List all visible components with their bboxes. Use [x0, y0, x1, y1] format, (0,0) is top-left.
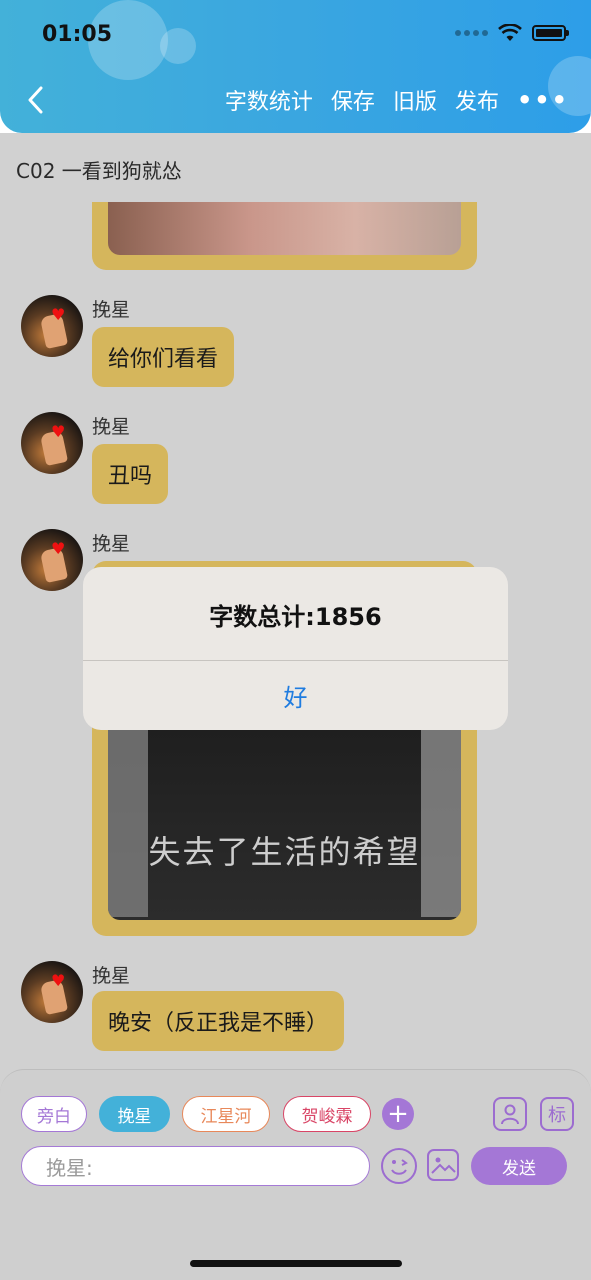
role-chip-narrator[interactable]: 旁白 — [21, 1096, 87, 1132]
character-icon[interactable] — [493, 1097, 527, 1131]
signal-icon — [455, 30, 488, 36]
status-time: 01:05 — [42, 22, 113, 47]
send-button[interactable]: 发送 — [471, 1147, 567, 1185]
role-chip-wanxing[interactable]: 挽星 — [99, 1096, 170, 1132]
image-icon[interactable] — [427, 1149, 459, 1181]
sender-name: 挽星 — [92, 533, 131, 555]
wifi-icon — [498, 24, 522, 41]
word-count-alert: 字数总计:1856 好 — [83, 567, 508, 730]
message-image — [108, 202, 461, 255]
app-header: 01:05 字数统计 保存 旧版 发布 ••• — [0, 0, 591, 133]
role-chip-jiangxinghe[interactable]: 江星河 — [182, 1096, 270, 1132]
person-icon — [501, 1104, 519, 1125]
decor-bubble — [160, 28, 196, 64]
tag-button[interactable]: 标 — [540, 1097, 574, 1131]
header-actions: 字数统计 保存 旧版 发布 ••• — [225, 84, 569, 116]
home-indicator[interactable] — [190, 1260, 402, 1267]
sender-name: 挽星 — [92, 416, 131, 438]
alert-ok-button[interactable]: 好 — [83, 661, 508, 730]
status-icons — [455, 24, 569, 42]
avatar[interactable]: ♥ — [21, 529, 83, 591]
image-caption: 失去了生活的希望 — [148, 833, 421, 871]
back-button[interactable] — [20, 83, 50, 117]
message-input[interactable]: 挽星: — [21, 1146, 370, 1186]
battery-icon — [532, 25, 569, 41]
message-bubble[interactable]: 给你们看看 — [92, 327, 235, 387]
sender-name: 挽星 — [92, 965, 131, 987]
old-version-button[interactable]: 旧版 — [393, 84, 437, 116]
avatar[interactable]: ♥ — [21, 961, 83, 1023]
emoji-icon[interactable] — [381, 1148, 417, 1184]
chevron-left-icon — [28, 86, 43, 114]
avatar[interactable]: ♥ — [21, 412, 83, 474]
image-message[interactable] — [92, 202, 477, 270]
sender-name: 挽星 — [92, 299, 131, 321]
word-count-button[interactable]: 字数统计 — [225, 84, 313, 116]
role-chip-hejunlin[interactable]: 贺峻霖 — [283, 1096, 371, 1132]
add-role-button[interactable]: + — [382, 1098, 414, 1130]
chapter-title: C02 一看到狗就怂 — [16, 159, 182, 183]
save-button[interactable]: 保存 — [331, 84, 375, 116]
publish-button[interactable]: 发布 — [455, 84, 499, 116]
avatar[interactable]: ♥ — [21, 295, 83, 357]
alert-title: 字数总计:1856 — [209, 603, 382, 631]
composer-panel: 旁白 挽星 江星河 贺峻霖 + 标 挽星: 发送 — [0, 1069, 591, 1280]
more-options-icon[interactable]: ••• — [517, 86, 569, 114]
message-bubble[interactable]: 晚安（反正我是不睡） — [92, 991, 345, 1051]
message-bubble[interactable]: 丑吗 — [92, 444, 169, 504]
